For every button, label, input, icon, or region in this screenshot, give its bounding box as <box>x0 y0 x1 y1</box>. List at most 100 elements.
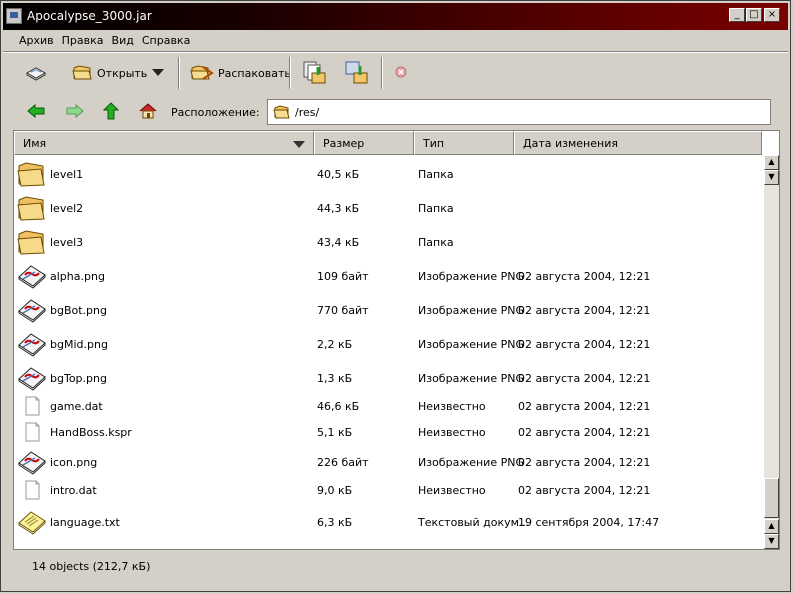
file-type: Папка <box>418 168 454 181</box>
file-size: 1,3 кБ <box>317 372 353 385</box>
title-bar[interactable]: Apocalypse_3000.jar _ □ × <box>3 3 788 30</box>
scroll-down-button-bottom[interactable]: ▼ <box>764 534 779 549</box>
app-icon[interactable] <box>6 8 22 24</box>
file-name: bgTop.png <box>50 372 107 385</box>
column-type[interactable]: Тип <box>414 131 514 155</box>
chevron-down-icon <box>151 67 165 80</box>
file-size: 40,5 кБ <box>317 168 360 181</box>
table-row[interactable]: bgTop.png 1,3 кБ Изображение PNG 02 августа… <box>14 364 764 394</box>
open-button[interactable]: Открыть <box>71 59 147 87</box>
table-row[interactable]: HandBoss.kspr 5,1 кБ Неизвестно 02 августа … <box>14 422 764 444</box>
file-type: Неизвестно <box>418 484 486 497</box>
file-date: 02 августа 2004, 12:21 <box>518 426 651 439</box>
home-icon <box>139 102 157 123</box>
file-name: bgBot.png <box>50 304 107 317</box>
menu-bar: Архив Правка Вид Справка <box>3 31 788 51</box>
new-archive-button[interactable] <box>25 59 47 87</box>
scroll-up-button-bottom[interactable]: ▲ <box>764 519 779 534</box>
file-type: Изображение PNG <box>418 304 524 317</box>
menu-help[interactable]: Справка <box>138 31 194 51</box>
file-name: alpha.png <box>50 270 105 283</box>
table-row[interactable]: alpha.png 109 байт Изображение PNG 02 авгус… <box>14 262 764 292</box>
file-date: 02 августа 2004, 12:21 <box>518 270 651 283</box>
add-files-button[interactable] <box>301 59 327 87</box>
toolbar: Открыть Распаковать <box>3 53 788 93</box>
column-name[interactable]: Имя <box>14 131 314 155</box>
file-type: Изображение PNG <box>418 270 524 283</box>
open-recent-dropdown[interactable] <box>151 59 165 87</box>
file-size: 44,3 кБ <box>317 202 360 215</box>
file-icon <box>16 422 50 445</box>
navigation-bar: Расположение: /res/ <box>3 94 788 130</box>
file-size: 109 байт <box>317 270 369 283</box>
forward-button[interactable] <box>66 98 84 126</box>
file-name: game.dat <box>50 400 103 413</box>
file-type: Изображение PNG <box>418 338 524 351</box>
file-date: 02 августа 2004, 12:21 <box>518 456 651 469</box>
table-row[interactable]: bgMid.png 2,2 кБ Изображение PNG 02 августа… <box>14 330 764 360</box>
table-row[interactable]: language.txt 6,3 кБ Текстовый докум... 19 с… <box>14 508 764 538</box>
table-row[interactable]: level2 44,3 кБ Папка <box>14 194 764 224</box>
image-icon <box>16 364 50 395</box>
table-row[interactable]: intro.dat 9,0 кБ Неизвестно 02 августа 2004… <box>14 480 764 502</box>
scroll-down-button[interactable]: ▼ <box>764 170 779 185</box>
image-icon <box>16 448 50 479</box>
image-icon <box>16 330 50 361</box>
file-date: 02 августа 2004, 12:21 <box>518 484 651 497</box>
column-type-label: Тип <box>423 137 445 150</box>
file-date: 02 августа 2004, 12:21 <box>518 304 651 317</box>
file-icon <box>16 396 50 419</box>
stop-icon <box>394 65 408 82</box>
image-icon <box>16 262 50 293</box>
toolbar-separator <box>178 57 180 89</box>
file-size: 9,0 кБ <box>317 484 353 497</box>
minimize-button[interactable]: _ <box>729 8 745 22</box>
scroll-up-button[interactable]: ▲ <box>764 155 779 170</box>
arrow-right-icon <box>66 103 84 122</box>
location-field[interactable]: /res/ <box>267 99 771 125</box>
open-folder-icon <box>71 62 93 85</box>
back-button[interactable] <box>27 98 45 126</box>
menu-archive[interactable]: Архив <box>15 31 58 51</box>
table-row[interactable]: icon.png 226 байт Изображение PNG 02 август… <box>14 448 764 478</box>
open-label: Открыть <box>97 66 148 80</box>
file-type: Неизвестно <box>418 426 486 439</box>
column-date-label: Дата изменения <box>523 137 618 150</box>
location-label: Расположение: <box>171 106 260 119</box>
column-size[interactable]: Размер <box>314 131 414 155</box>
file-type: Изображение PNG <box>418 456 524 469</box>
table-row[interactable]: level3 43,4 кБ Папка <box>14 228 764 258</box>
sort-descending-icon <box>293 139 305 152</box>
status-bar: 14 objects (212,7 кБ) <box>13 553 780 581</box>
file-name: level2 <box>50 202 84 215</box>
file-name: HandBoss.kspr <box>50 426 132 439</box>
file-type: Текстовый докум... <box>418 516 530 529</box>
extract-button[interactable]: Распаковать <box>190 59 291 87</box>
extract-label: Распаковать <box>218 66 291 80</box>
file-size: 46,6 кБ <box>317 400 360 413</box>
column-date[interactable]: Дата изменения <box>514 131 762 155</box>
table-row[interactable]: game.dat 46,6 кБ Неизвестно 02 августа 2004… <box>14 396 764 418</box>
file-date: 19 сентября 2004, 17:47 <box>518 516 660 529</box>
add-folder-button[interactable] <box>343 59 369 87</box>
file-size: 770 байт <box>317 304 369 317</box>
toolbar-separator <box>381 57 383 89</box>
column-name-label: Имя <box>23 137 47 150</box>
table-row[interactable]: bgBot.png 770 байт Изображение PNG 02 авгус… <box>14 296 764 326</box>
menu-view[interactable]: Вид <box>108 31 138 51</box>
up-button[interactable] <box>102 98 120 126</box>
location-value: /res/ <box>295 106 320 119</box>
home-button[interactable] <box>139 98 157 126</box>
close-button[interactable]: × <box>764 8 780 22</box>
file-size: 6,3 кБ <box>317 516 353 529</box>
table-row[interactable]: level1 40,5 кБ Папка <box>14 160 764 190</box>
add-folder-icon <box>343 59 369 88</box>
folder-icon <box>16 228 50 259</box>
file-size: 43,4 кБ <box>317 236 360 249</box>
file-name: level3 <box>50 236 84 249</box>
maximize-button[interactable]: □ <box>746 8 762 22</box>
scroll-thumb[interactable] <box>764 478 779 518</box>
vertical-scrollbar[interactable]: ▲ ▼ ▲ ▼ <box>764 155 779 549</box>
menu-edit[interactable]: Правка <box>58 31 108 51</box>
stop-button[interactable] <box>394 59 408 87</box>
